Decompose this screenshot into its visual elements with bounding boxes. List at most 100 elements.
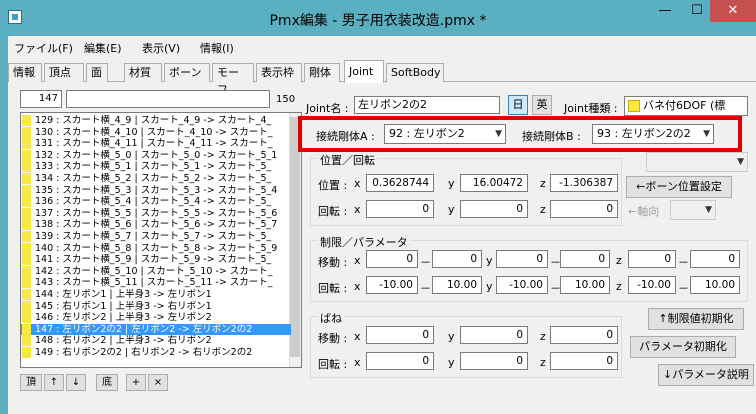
list-item-marker bbox=[22, 277, 31, 289]
chevron-down-icon: ▼ bbox=[737, 157, 744, 167]
rot-x-max-input[interactable]: 10.00 bbox=[432, 276, 482, 294]
tab-display-frame[interactable]: 表示枠 bbox=[256, 63, 302, 82]
list-item[interactable]: 143 : スカート横_5_11 | スカート_5_11 -> スカート_ bbox=[21, 277, 291, 289]
axis-z-label: z bbox=[540, 330, 546, 343]
move-top-button[interactable]: 頂 bbox=[20, 374, 42, 391]
range-dash: － bbox=[678, 282, 689, 295]
delete-button[interactable]: × bbox=[148, 374, 168, 391]
list-item-label: 140 : スカート横_5_8 | スカート_5_8 -> スカート_5_9 bbox=[35, 242, 278, 254]
maximize-button[interactable]: ☐ bbox=[682, 0, 712, 22]
spring-rot-z-input[interactable]: 0 bbox=[550, 352, 618, 370]
list-item[interactable]: 136 : スカート横_5_4 | スカート_5_4 -> スカート_5_ bbox=[21, 196, 291, 208]
menu-file[interactable]: ファイル(F) bbox=[14, 40, 73, 56]
tab-joint[interactable]: Joint bbox=[344, 60, 384, 83]
pos-rot-title: 位置／回転 bbox=[318, 152, 377, 168]
close-button[interactable]: ✕ bbox=[710, 0, 756, 22]
list-index-input[interactable]: 147 bbox=[20, 90, 62, 108]
params-reset-button[interactable]: パラメータ初期化 bbox=[630, 336, 736, 358]
move-down-button[interactable]: ↓ bbox=[66, 374, 86, 391]
list-item[interactable]: 149 : 右リボン2の2 | 右リボン2 -> 右リボン2の2 bbox=[21, 347, 291, 358]
list-item[interactable]: 142 : スカート横_5_10 | スカート_5_10 -> スカート_ bbox=[21, 265, 291, 277]
tab-face[interactable]: 面 bbox=[86, 63, 108, 82]
menu-edit[interactable]: 編集(E) bbox=[84, 40, 122, 56]
rot-z-min-input[interactable]: -10.00 bbox=[628, 276, 676, 294]
move-x-max-input[interactable]: 0 bbox=[432, 250, 482, 268]
list-item[interactable]: 137 : スカート横_5_5 | スカート_5_5 -> スカート_5_6 bbox=[21, 207, 291, 219]
list-item-label: 135 : スカート横_5_3 | スカート_5_3 -> スカート_5_4 bbox=[35, 184, 278, 196]
params-help-button[interactable]: ↓パラメータ説明 bbox=[658, 364, 754, 386]
rot-y-input[interactable]: 0 bbox=[460, 200, 528, 218]
list-item-label: 130 : スカート横_4_10 | スカート_4_10 -> スカート_ bbox=[35, 126, 273, 138]
tab-rigid-body[interactable]: 剛体 bbox=[304, 63, 340, 82]
move-y-min-input[interactable]: 0 bbox=[496, 250, 548, 268]
list-item-marker bbox=[22, 300, 31, 312]
menu-view[interactable]: 表示(V) bbox=[142, 40, 180, 56]
list-item[interactable]: 129 : スカート横_4_9 | スカート_4_9 -> スカート_4_ bbox=[21, 115, 291, 126]
menu-info[interactable]: 情報(I) bbox=[200, 40, 234, 56]
pos-y-input[interactable]: 16.00472 bbox=[460, 174, 528, 192]
spring-move-x-input[interactable]: 0 bbox=[366, 326, 434, 344]
add-button[interactable]: + bbox=[126, 374, 146, 391]
joint-type-label: Joint種類 : bbox=[564, 102, 618, 115]
move-bottom-button[interactable]: 底 bbox=[96, 374, 118, 391]
pos-x-input[interactable]: 0.3628744 bbox=[366, 174, 434, 192]
bone-position-button[interactable]: ←ボーン位置設定 bbox=[626, 176, 732, 198]
list-item[interactable]: 130 : スカート横_4_10 | スカート_4_10 -> スカート_ bbox=[21, 126, 291, 138]
list-item[interactable]: 141 : スカート横_5_9 | スカート_5_9 -> スカート_5_ bbox=[21, 254, 291, 266]
list-search-input[interactable] bbox=[66, 90, 270, 108]
move-y-max-input[interactable]: 0 bbox=[560, 250, 610, 268]
list-item[interactable]: 134 : スカート横_5_2 | スカート_5_2 -> スカート_5_ bbox=[21, 173, 291, 184]
axis-direction-select[interactable]: ▼ bbox=[670, 200, 716, 220]
tab-bone[interactable]: ボーン bbox=[164, 63, 210, 82]
pos-z-input[interactable]: -1.306387 bbox=[550, 174, 618, 192]
list-item-marker bbox=[22, 323, 31, 335]
joint-type-select[interactable]: バネ付6DOF (標 bbox=[624, 96, 748, 116]
list-item[interactable]: 132 : スカート横_5_0 | スカート_5_0 -> スカート_5_1 bbox=[21, 149, 291, 161]
spring-move-z-input[interactable]: 0 bbox=[550, 326, 618, 344]
list-item-label: 149 : 右リボン2の2 | 右リボン2 -> 右リボン2の2 bbox=[35, 347, 253, 358]
joint-name-input[interactable]: 左リボン2の2 bbox=[354, 96, 500, 114]
list-item[interactable]: 146 : 左リボン2 | 上半身3 -> 左リボン2 bbox=[21, 312, 291, 324]
rot-y-min-input[interactable]: -10.00 bbox=[496, 276, 548, 294]
spring-rot-y-input[interactable]: 0 bbox=[460, 352, 528, 370]
move-x-min-input[interactable]: 0 bbox=[366, 250, 418, 268]
tab-material[interactable]: 材質 bbox=[124, 63, 162, 82]
move-z-min-input[interactable]: 0 bbox=[628, 250, 676, 268]
limits-title: 制限／パラメータ bbox=[318, 234, 410, 250]
tab-info[interactable]: 情報 bbox=[8, 63, 42, 82]
list-item[interactable]: 139 : スカート横_5_7 | スカート_5_7 -> スカート_5_ bbox=[21, 231, 291, 242]
list-item[interactable]: 148 : 右リボン2 | 上半身3 -> 右リボン2 bbox=[21, 335, 291, 347]
rot-z-max-input[interactable]: 10.00 bbox=[690, 276, 740, 294]
list-item-marker bbox=[22, 184, 31, 196]
rot-z-input[interactable]: 0 bbox=[550, 200, 618, 218]
spring-move-y-input[interactable]: 0 bbox=[460, 326, 528, 344]
list-item[interactable]: 140 : スカート横_5_8 | スカート_5_8 -> スカート_5_9 bbox=[21, 242, 291, 254]
list-item[interactable]: 135 : スカート横_5_3 | スカート_5_3 -> スカート_5_4 bbox=[21, 184, 291, 196]
lang-jp-button[interactable]: 日 bbox=[508, 95, 528, 115]
joint-listbox[interactable]: 129 : スカート横_4_9 | スカート_4_9 -> スカート_4_ 130… bbox=[20, 112, 302, 368]
tab-morph[interactable]: モーフ bbox=[212, 63, 254, 96]
list-item[interactable]: 131 : スカート横_4_11 | スカート_4_11 -> スカート_ bbox=[21, 138, 291, 150]
lang-en-button[interactable]: 英 bbox=[532, 95, 552, 115]
limits-reset-button[interactable]: ↑制限値初期化 bbox=[648, 308, 744, 330]
axis-x-label: x bbox=[354, 280, 361, 293]
list-scroll-thumb[interactable] bbox=[290, 117, 300, 357]
move-up-button[interactable]: ↑ bbox=[44, 374, 64, 391]
list-item[interactable]: 133 : スカート横_5_1 | スカート_5_1 -> スカート_5_ bbox=[21, 161, 291, 173]
tab-vertex[interactable]: 頂点 bbox=[44, 63, 84, 82]
move-z-max-input[interactable]: 0 bbox=[690, 250, 740, 268]
list-item[interactable]: 145 : 右リボン1 | 上半身3 -> 右リボン1 bbox=[21, 300, 291, 312]
list-item[interactable]: 138 : スカート横_5_6 | スカート_5_6 -> スカート_5_7 bbox=[21, 219, 291, 231]
list-item[interactable]: 144 : 左リボン1 | 上半身3 -> 左リボン1 bbox=[21, 289, 291, 300]
minimize-button[interactable]: — bbox=[650, 0, 680, 22]
rot-y-max-input[interactable]: 10.00 bbox=[560, 276, 610, 294]
rot-x-input[interactable]: 0 bbox=[366, 200, 434, 218]
list-item-marker bbox=[22, 126, 31, 138]
list-item[interactable]: 147 : 左リボン2の2 | 左リボン2 -> 左リボン2の2 bbox=[21, 323, 291, 335]
list-item-marker bbox=[22, 289, 31, 300]
rot-x-min-input[interactable]: -10.00 bbox=[366, 276, 418, 294]
tab-softbody[interactable]: SoftBody bbox=[386, 63, 444, 82]
spring-rot-x-input[interactable]: 0 bbox=[366, 352, 434, 370]
extra-select[interactable]: ▼ bbox=[646, 152, 748, 172]
spring-move-label: 移動 : bbox=[318, 332, 348, 345]
